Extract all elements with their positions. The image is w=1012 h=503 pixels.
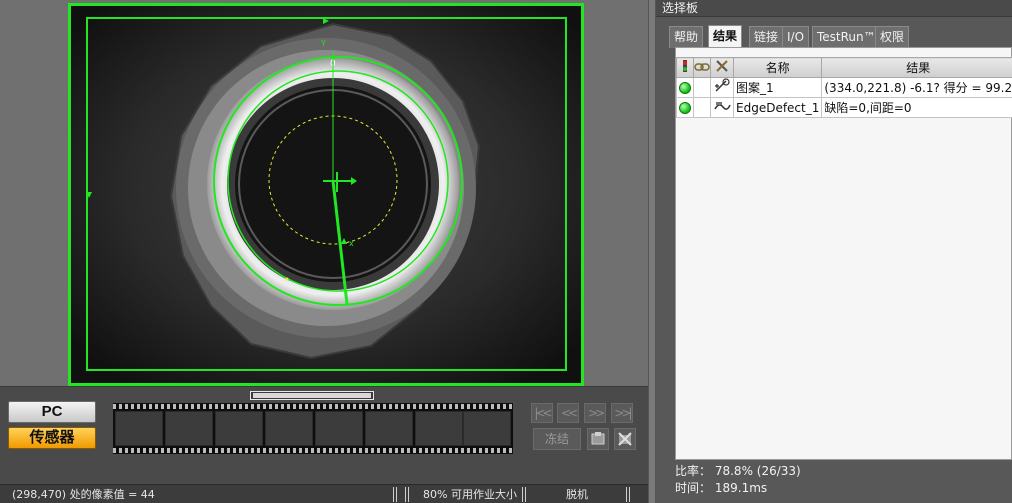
palette-title: 选择板 xyxy=(662,1,699,15)
table-row[interactable]: 图案_1 (334.0,221.8) -6.1? 得分 = 99.2 xyxy=(676,77,1012,98)
name-column-header[interactable]: 名称 xyxy=(732,57,823,78)
filmstrip-frame[interactable] xyxy=(165,411,213,446)
pixel-info: (298,470) 处的像素值 = 44 xyxy=(12,488,155,501)
filmstrip-scroll-thumb[interactable] xyxy=(253,393,371,398)
table-row[interactable]: EdgeDefect_1 缺陷=0,间距=0 xyxy=(676,97,1012,118)
filmstrip-frame[interactable] xyxy=(415,411,463,446)
status-separator xyxy=(522,487,526,502)
filmstrip-sprockets-bottom xyxy=(113,448,513,453)
row-link xyxy=(693,77,711,98)
time-label: 时间： xyxy=(675,481,712,495)
freeze-button[interactable]: 冻结 xyxy=(533,428,581,450)
link-icon xyxy=(694,62,710,71)
filmstrip-sprockets-top xyxy=(113,404,513,409)
pattern-tool-icon xyxy=(715,78,730,92)
y-axis-label: Y xyxy=(320,39,326,48)
row-result: (334.0,221.8) -6.1? 得分 = 99.2 xyxy=(821,77,1012,98)
status-light-icon xyxy=(683,60,687,72)
clear-image-button[interactable] xyxy=(614,428,636,450)
tab-io[interactable]: I/O xyxy=(782,26,810,48)
pc-button[interactable]: PC xyxy=(8,401,96,423)
status-bar: (298,470) 处的像素值 = 44 80% 可用作业大小 脱机 xyxy=(0,484,648,503)
status-separator xyxy=(405,487,409,502)
tab-results[interactable]: 结果 xyxy=(708,25,743,49)
filmstrip[interactable] xyxy=(113,403,513,454)
save-image-icon xyxy=(591,432,605,445)
job-stats: 比率： 78.8% (26/33) 时间： 189.1ms xyxy=(675,463,801,497)
row-name: 图案_1 xyxy=(732,77,823,98)
panel-splitter[interactable] xyxy=(648,0,656,503)
filmstrip-frame[interactable] xyxy=(115,411,163,446)
tab-testrun[interactable]: TestRun™ xyxy=(812,26,881,48)
row-status xyxy=(676,77,694,98)
next-frame-button[interactable]: >> xyxy=(584,403,606,423)
connection-mode: 脱机 xyxy=(566,488,588,501)
tool-column-header[interactable] xyxy=(710,57,734,78)
row-name: EdgeDefect_1 xyxy=(732,97,823,118)
tab-help[interactable]: 帮助 xyxy=(669,26,704,48)
results-panel: 名称 结果 图案_1 (334.0,221.8) -6.1? 得分 = 99.2 xyxy=(675,47,1012,460)
link-column-header[interactable] xyxy=(693,57,711,78)
results-header-row: 名称 结果 xyxy=(676,57,1012,78)
zoom-info: 80% 可用作业大小 xyxy=(423,488,517,501)
ratio-label: 比率： xyxy=(675,464,712,478)
filmstrip-scrollbar[interactable] xyxy=(250,391,374,400)
camera-image[interactable]: 0 Y x xyxy=(71,6,581,383)
tools-icon xyxy=(716,60,728,72)
sensor-button[interactable]: 传感器 xyxy=(8,427,96,449)
pass-status-icon xyxy=(679,102,691,114)
filmstrip-frame[interactable] xyxy=(265,411,313,446)
save-image-button[interactable] xyxy=(587,428,609,450)
row-status xyxy=(676,97,694,118)
pass-ratio: 比率： 78.8% (26/33) xyxy=(675,463,801,480)
palette-title-bar xyxy=(656,0,1012,17)
image-roi-frame[interactable]: 0 Y x xyxy=(68,3,584,386)
status-separator xyxy=(626,487,630,502)
tab-links[interactable]: 链接 xyxy=(749,26,784,48)
edge-defect-tool-icon xyxy=(714,102,731,110)
row-tool xyxy=(710,97,734,118)
status-column-header[interactable] xyxy=(676,57,694,78)
result-column-header[interactable]: 结果 xyxy=(821,57,1012,78)
status-separator xyxy=(393,487,397,502)
tab-permissions[interactable]: 权限 xyxy=(875,26,910,48)
feature-point xyxy=(285,277,289,281)
last-frame-button[interactable]: >>| xyxy=(611,403,633,423)
filmstrip-frame[interactable] xyxy=(215,411,263,446)
row-result: 缺陷=0,间距=0 xyxy=(821,97,1012,118)
x-axis-label: x xyxy=(349,239,354,248)
filmstrip-frame[interactable] xyxy=(463,411,511,446)
time-value: 189.1ms xyxy=(714,481,768,495)
row-tool xyxy=(710,77,734,98)
first-frame-button[interactable]: |<< xyxy=(531,403,553,423)
image-display[interactable]: 0 Y x xyxy=(0,0,648,386)
palette-panel: 选择板 帮助 结果 链接 I/O TestRun™ 权限 名称 结果 图案_1 … xyxy=(656,0,1012,503)
filmstrip-frame[interactable] xyxy=(365,411,413,446)
results-table: 名称 结果 图案_1 (334.0,221.8) -6.1? 得分 = 99.2 xyxy=(676,57,1012,118)
ratio-value: 78.8% (26/33) xyxy=(714,464,801,478)
filmstrip-frame[interactable] xyxy=(315,411,363,446)
pass-status-icon xyxy=(679,82,691,94)
execution-time: 时间： 189.1ms xyxy=(675,480,801,497)
row-link xyxy=(693,97,711,118)
prev-frame-button[interactable]: << xyxy=(557,403,579,423)
clear-image-icon xyxy=(618,432,632,446)
control-area: PC 传感器 |<< << >> >>| 冻结 xyxy=(0,386,648,484)
